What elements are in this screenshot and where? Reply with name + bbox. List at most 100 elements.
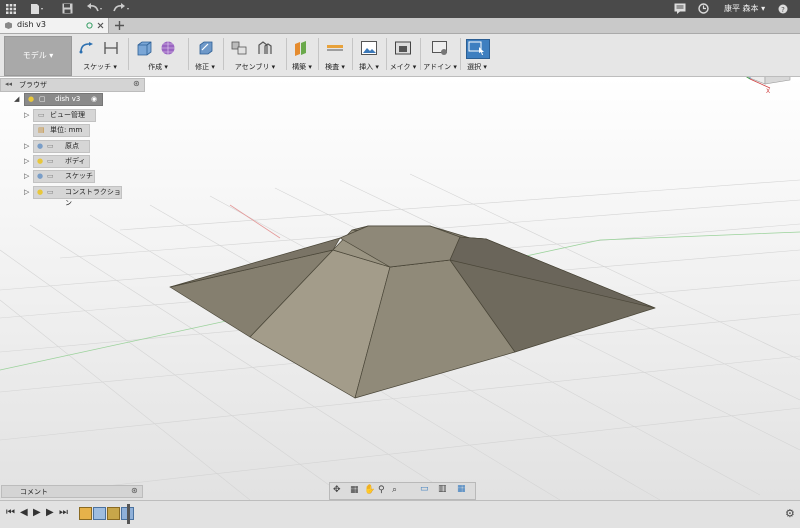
toolbar-group-make[interactable]: メイク ▾ (388, 36, 418, 74)
timeline: ⏮ ◀ ▶ ▶ ⏭ ⚙ (0, 500, 800, 528)
insert-image-icon (361, 41, 377, 55)
toolbar-separator (460, 38, 461, 70)
press-pull-icon (199, 41, 213, 55)
timeline-feature-sketch-2[interactable] (107, 507, 120, 520)
collapse-icon[interactable]: ◂◂ (5, 80, 12, 88)
extrude-icon (137, 41, 152, 56)
ribbon-toolbar: モデル ▾ スケッチ ▾ 作成 ▾ 修正 ▾ アセンブリ ▾ 構築 ▾ 検査 ▾… (0, 34, 800, 77)
look-at-icon[interactable]: ▦ (350, 485, 359, 495)
toolbar-group-construct[interactable]: 構築 ▾ (288, 36, 316, 74)
grid-menu-icon[interactable] (6, 4, 16, 14)
scripts-icon (432, 41, 447, 55)
timeline-marker[interactable] (127, 504, 130, 524)
browser-panel-header[interactable]: ◂◂ ブラウザ ⊛ (0, 78, 145, 92)
toolbar-group-label: 構築 ▾ (292, 63, 312, 71)
zoom-icon[interactable]: ⚲ (378, 485, 385, 495)
lightbulb-icon[interactable]: ● (37, 171, 43, 182)
toolbar-group-label: メイク ▾ (389, 63, 417, 71)
close-icon[interactable] (97, 22, 104, 29)
viewports-icon[interactable]: ▦ (457, 484, 466, 494)
lightbulb-icon[interactable]: ● (37, 141, 43, 152)
timeline-feature-sketch[interactable] (79, 507, 92, 520)
tree-item-view-management[interactable]: ▷ ▭ ビュー管理 (24, 109, 96, 122)
toolbar-separator (318, 38, 319, 70)
step-back-icon[interactable]: ◀ (20, 507, 28, 518)
toolbar-group-label: 作成 ▾ (148, 63, 168, 71)
pan-icon[interactable]: ✋ (364, 485, 375, 495)
tree-item-label: 単位: mm (50, 126, 83, 134)
toolbar-group-assemble[interactable]: アセンブリ ▾ (226, 36, 284, 74)
orbit-icon[interactable]: ✥ (333, 485, 341, 495)
toolbar-separator (386, 38, 387, 70)
toolbar-separator (352, 38, 353, 70)
sketch-arc-icon (79, 42, 93, 54)
expand-arrow-icon[interactable]: ▷ (24, 156, 29, 167)
view-cube-face-label: 右 (772, 77, 782, 78)
toolbar-separator (188, 38, 189, 70)
lightbulb-icon[interactable]: ● (37, 156, 43, 167)
go-to-start-icon[interactable]: ⏮ (6, 507, 15, 518)
measure-icon (327, 45, 343, 51)
3d-viewport[interactable]: 右 Z X (0, 77, 800, 500)
activate-radio-icon[interactable]: ◉ (91, 94, 97, 105)
play-icon[interactable]: ▶ (33, 507, 41, 518)
workspace-switcher[interactable]: モデル ▾ (4, 36, 72, 76)
expand-arrow-icon[interactable]: ▷ (24, 171, 29, 182)
chat-icon[interactable] (674, 3, 686, 14)
timeline-feature-extrude[interactable] (93, 507, 106, 520)
expand-arrow-icon[interactable]: ▷ (24, 141, 29, 152)
tree-item-construction[interactable]: ▷ ● ▭ コンストラクション (24, 186, 122, 207)
panel-options-icon[interactable]: ⊛ (133, 79, 140, 88)
undo-icon[interactable] (86, 3, 104, 14)
toolbar-group-select[interactable]: 選択 ▾ (462, 36, 492, 74)
folder-icon: ▭ (47, 142, 54, 150)
expand-arrow-icon[interactable]: ▷ (24, 110, 29, 121)
panel-options-icon[interactable]: ⊛ (131, 486, 138, 495)
help-icon[interactable]: ? (778, 4, 788, 14)
toolbar-group-label: 選択 ▾ (467, 63, 487, 71)
display-settings-icon[interactable]: ▭ (420, 484, 429, 494)
expand-arrow-icon[interactable]: ▷ (24, 187, 29, 198)
sketch-dimension-icon (104, 42, 118, 54)
folder-icon: ▭ (47, 188, 54, 196)
comments-title: コメント (20, 488, 48, 496)
tree-item-units[interactable]: ▤ 単位: mm (33, 124, 90, 137)
tree-item-sketches[interactable]: ▷ ● ▭ スケッチ (24, 170, 95, 183)
joint-icon (258, 41, 272, 54)
user-menu[interactable]: 康平 森本 ▾ (724, 3, 765, 14)
redo-icon[interactable] (112, 3, 130, 14)
tree-item-label: スケッチ (65, 172, 93, 180)
grid-settings-icon[interactable]: ▥ (438, 484, 447, 494)
offset-plane-icon (295, 41, 306, 56)
title-bar: 康平 森本 ▾ ? (0, 0, 800, 18)
browser-title: ブラウザ (19, 81, 47, 89)
document-tab[interactable]: dish v3 (0, 18, 109, 33)
toolbar-group-modify[interactable]: 修正 ▾ (190, 36, 220, 74)
step-forward-icon[interactable]: ▶ (46, 507, 54, 518)
tree-item-bodies[interactable]: ▷ ● ▭ ボディ (24, 155, 90, 168)
fit-icon[interactable]: ⌕ (392, 485, 397, 495)
toolbar-group-label: 挿入 ▾ (359, 63, 379, 71)
lightbulb-icon[interactable]: ● (37, 187, 43, 198)
folder-icon: ▭ (47, 172, 54, 180)
toolbar-group-label: 修正 ▾ (195, 63, 215, 71)
file-icon[interactable] (30, 3, 44, 15)
toolbar-group-inspect[interactable]: 検査 ▾ (320, 36, 350, 74)
clock-icon[interactable] (698, 3, 709, 14)
comments-panel-header[interactable]: コメント ⊛ (1, 485, 143, 498)
tree-root[interactable]: ◢ ● ▢ dish v3 ◉ (14, 93, 103, 106)
settings-icon[interactable]: ⚙ (785, 507, 795, 520)
expand-arrow-icon[interactable]: ◢ (14, 94, 19, 105)
toolbar-separator (128, 38, 129, 70)
toolbar-group-insert[interactable]: 挿入 ▾ (354, 36, 384, 74)
toolbar-group-sketch[interactable]: スケッチ ▾ (74, 36, 126, 74)
new-tab-icon[interactable] (115, 21, 124, 30)
toolbar-group-addins[interactable]: アドイン ▾ (422, 36, 458, 74)
toolbar-group-create[interactable]: 作成 ▾ (131, 36, 185, 74)
go-to-end-icon[interactable]: ⏭ (59, 507, 68, 518)
toolbar-separator (223, 38, 224, 70)
document-tab-bar: dish v3 (0, 18, 800, 34)
save-icon[interactable] (62, 3, 73, 14)
lightbulb-icon[interactable]: ● (28, 94, 34, 105)
tree-item-origin[interactable]: ▷ ● ▭ 原点 (24, 140, 90, 153)
